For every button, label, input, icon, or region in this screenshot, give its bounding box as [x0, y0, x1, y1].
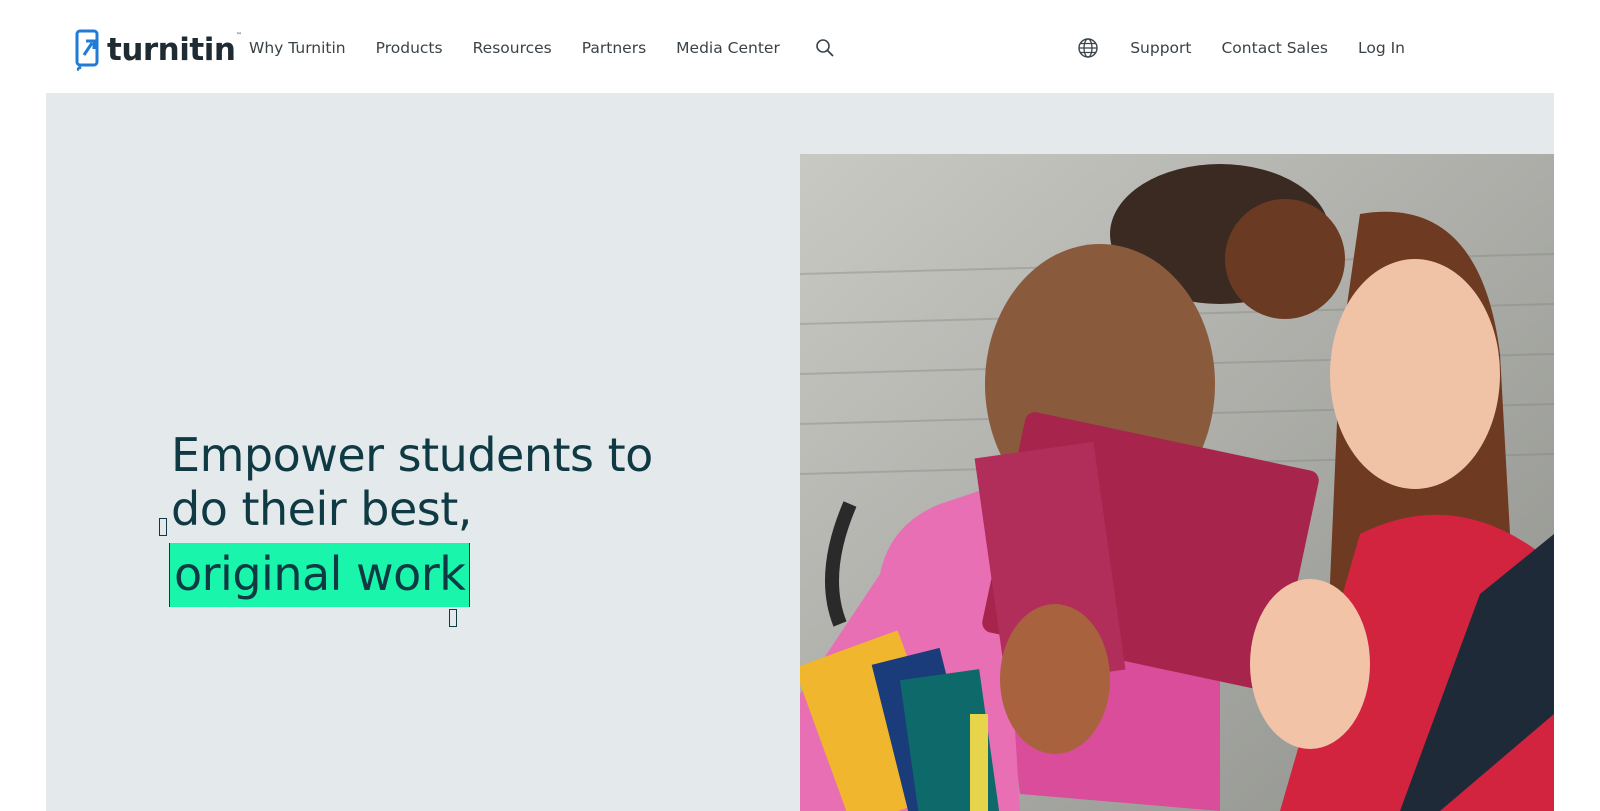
nav-media-center[interactable]: Media Center	[676, 36, 780, 60]
headline-line-1: Empower students to	[171, 428, 653, 482]
selection-end-handle[interactable]	[449, 609, 457, 627]
nav-why-turnitin[interactable]: Why Turnitin	[249, 36, 346, 60]
search-button[interactable]	[813, 36, 837, 60]
selection-start-handle[interactable]	[159, 518, 167, 536]
highlighted-phrase: original work	[169, 543, 471, 607]
highlight-text: original work	[174, 547, 466, 601]
nav-contact-sales[interactable]: Contact Sales	[1221, 36, 1328, 60]
logo-wordmark: turnitin ™	[107, 31, 242, 68]
turnitin-arrow-logo-icon	[75, 29, 99, 71]
turnitin-logo[interactable]: turnitin ™	[75, 28, 242, 72]
language-selector[interactable]	[1076, 36, 1100, 60]
nav-products[interactable]: Products	[376, 36, 443, 60]
site-header: turnitin ™ Why Turnitin Products Resource…	[0, 0, 1600, 93]
hero-photo	[800, 154, 1554, 811]
primary-nav: Why Turnitin Products Resources Partners…	[249, 36, 837, 60]
students-reading-image	[800, 154, 1554, 811]
nav-support[interactable]: Support	[1130, 36, 1191, 60]
nav-partners[interactable]: Partners	[582, 36, 646, 60]
highlight-block: original work	[159, 518, 471, 627]
selection-end-caret	[469, 543, 471, 607]
hero-headline: Empower students to do their best,	[171, 428, 731, 536]
selection-start-caret	[169, 543, 170, 607]
search-icon	[816, 39, 834, 57]
nav-log-in[interactable]: Log In	[1358, 36, 1405, 60]
hero-section: Empower students to do their best, origi…	[46, 93, 1554, 811]
nav-resources[interactable]: Resources	[473, 36, 552, 60]
headline-line-2: do their best,	[171, 482, 472, 536]
utility-nav: Support Contact Sales Log In	[1076, 36, 1405, 60]
globe-icon	[1078, 38, 1098, 58]
